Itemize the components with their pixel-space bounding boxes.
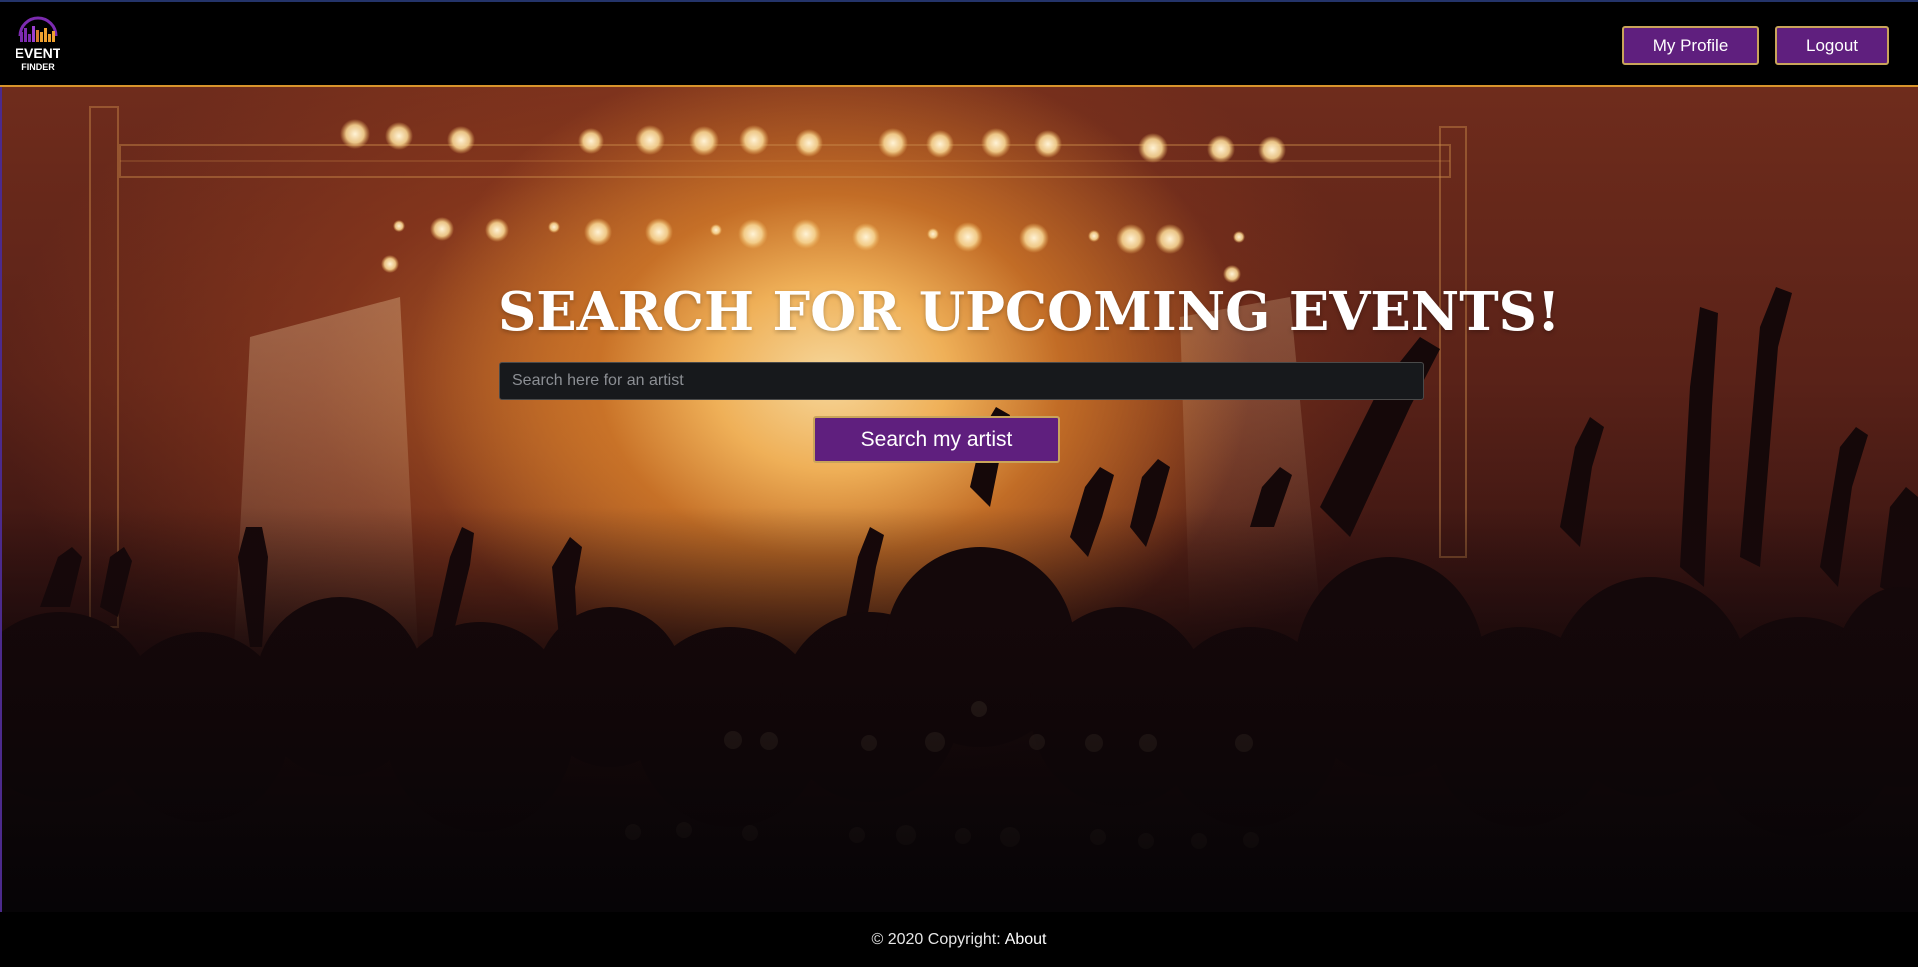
logo-text-event: EVENT	[16, 45, 60, 61]
page-title: SEARCH FOR UPCOMING EVENTS!	[498, 281, 1561, 343]
left-frame-line	[0, 87, 2, 912]
navbar: EVENT FINDER My Profile Logout	[0, 0, 1918, 87]
about-link[interactable]: About	[1005, 931, 1047, 949]
event-finder-logo[interactable]: EVENT FINDER	[16, 16, 60, 74]
my-profile-button[interactable]: My Profile	[1622, 26, 1759, 65]
hero-section: SEARCH FOR UPCOMING EVENTS! Search my ar…	[0, 87, 1918, 912]
logo-text-finder: FINDER	[21, 62, 55, 72]
concert-background-image	[0, 106, 1918, 912]
footer: © 2020 Copyright: About	[0, 912, 1918, 967]
logout-button[interactable]: Logout	[1775, 26, 1889, 65]
artist-search-input[interactable]	[499, 362, 1424, 400]
search-artist-button[interactable]: Search my artist	[813, 416, 1060, 463]
copyright-text: © 2020 Copyright:	[871, 930, 1001, 948]
